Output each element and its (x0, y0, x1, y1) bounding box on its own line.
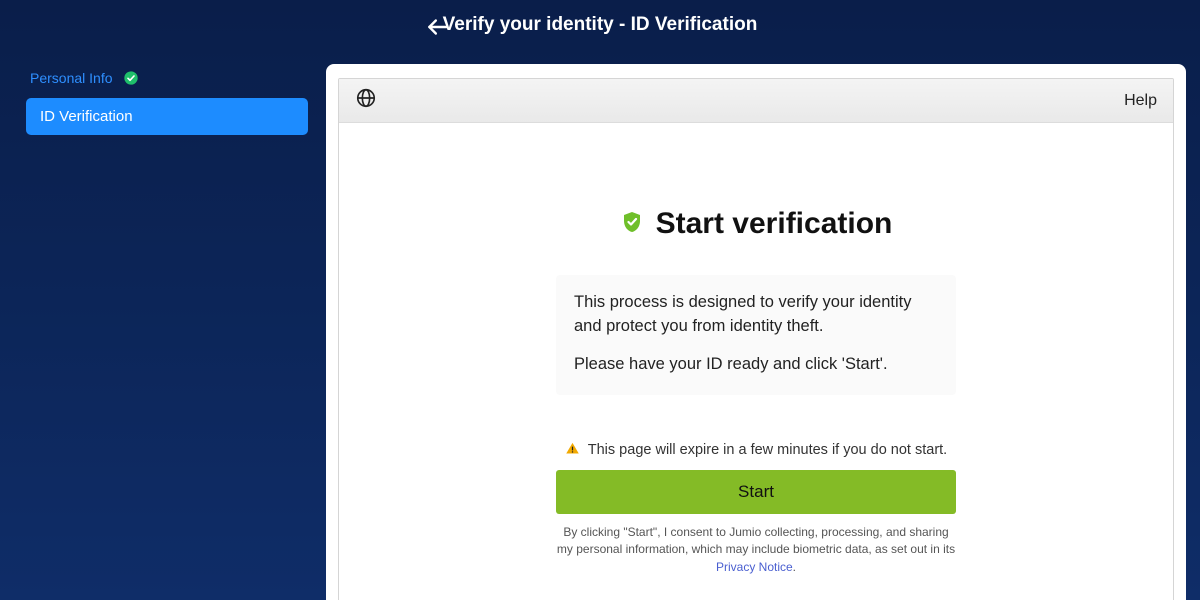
consent-prefix: By clicking "Start", I consent to Jumio … (557, 525, 955, 556)
description-line-2: Please have your ID ready and click 'Sta… (574, 353, 938, 377)
step-label: ID Verification (40, 108, 133, 125)
shield-check-icon (620, 210, 644, 239)
verification-title: Start verification (656, 207, 893, 241)
main-panel: Help Start verification This process is … (326, 64, 1186, 600)
expiry-warning: This page will expire in a few minutes i… (565, 441, 947, 460)
globe-icon[interactable] (355, 87, 377, 114)
back-arrow-icon[interactable] (425, 14, 451, 45)
description-block: This process is designed to verify your … (556, 275, 956, 395)
frame-toolbar: Help (339, 79, 1173, 123)
verification-content: Start verification This process is desig… (339, 123, 1173, 576)
consent-suffix: . (793, 560, 796, 574)
sidebar: Personal Info ID Verification (8, 64, 308, 600)
sidebar-step-id-verification[interactable]: ID Verification (26, 98, 308, 135)
description-line-1: This process is designed to verify your … (574, 291, 938, 339)
sidebar-step-personal-info[interactable]: Personal Info (26, 64, 308, 92)
check-circle-icon (123, 70, 139, 86)
page-title: Verify your identity - ID Verification (443, 14, 758, 36)
consent-text: By clicking "Start", I consent to Jumio … (556, 524, 956, 576)
expiry-text: This page will expire in a few minutes i… (588, 442, 947, 458)
step-label: Personal Info (30, 70, 113, 86)
privacy-notice-link[interactable]: Privacy Notice (716, 560, 793, 574)
warning-triangle-icon (565, 441, 580, 460)
verification-frame: Help Start verification This process is … (338, 78, 1174, 600)
start-button[interactable]: Start (556, 470, 956, 514)
help-link[interactable]: Help (1124, 92, 1157, 110)
